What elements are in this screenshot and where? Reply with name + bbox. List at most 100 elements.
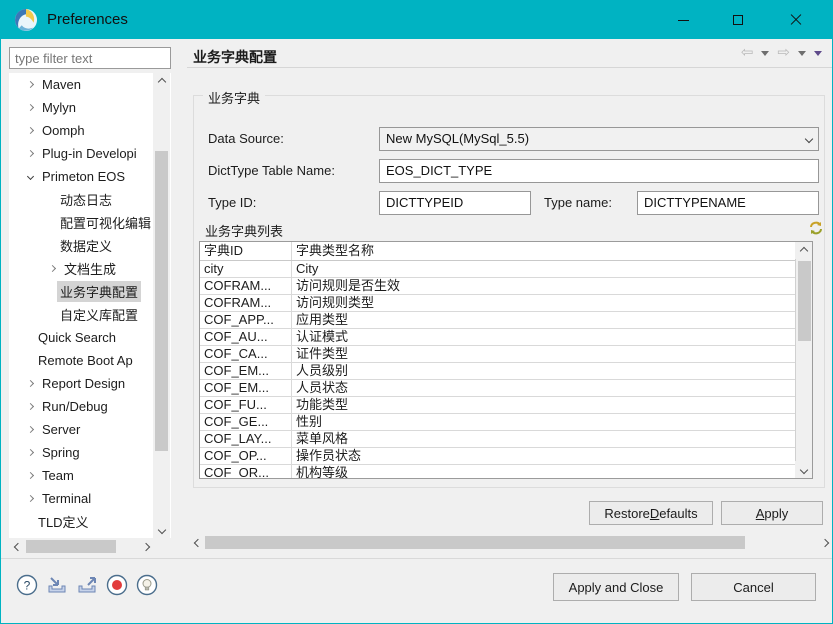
expander-icon[interactable]	[21, 427, 39, 432]
expander-icon[interactable]	[21, 105, 39, 110]
view-menu-icon[interactable]	[814, 51, 822, 56]
expander-icon[interactable]	[21, 151, 39, 156]
tree-item[interactable]: Team	[9, 464, 171, 487]
restore-defaults-button[interactable]: Restore Defaults	[589, 501, 713, 525]
label-part: Restore	[604, 506, 650, 521]
table-row[interactable]: COF_OP... 操作员状态	[200, 448, 797, 465]
tree-item[interactable]: 数据定义	[9, 234, 171, 257]
tree-item[interactable]: 配置可视化编辑	[9, 211, 171, 234]
scroll-down-icon[interactable]	[795, 461, 812, 478]
scrollbar-thumb[interactable]	[26, 540, 116, 553]
table-row[interactable]: COF_LAY... 菜单风格	[200, 431, 797, 448]
tree-item[interactable]: 文档生成	[9, 257, 171, 280]
tree-item[interactable]: Spring	[9, 441, 171, 464]
tree-item[interactable]: Oomph	[9, 119, 171, 142]
tree-item[interactable]: Maven	[9, 73, 171, 96]
close-button[interactable]	[773, 1, 819, 39]
type-name-input[interactable]: DICTTYPENAME	[637, 191, 819, 215]
expander-icon[interactable]	[21, 496, 39, 501]
tree-item-label: TLD定义	[35, 511, 92, 532]
import-preferences-icon[interactable]	[45, 573, 68, 596]
filter-input[interactable]	[9, 47, 171, 69]
expander-icon[interactable]	[21, 82, 39, 87]
tree-item[interactable]: Terminal	[9, 487, 171, 510]
tree-item[interactable]: 业务字典配置	[9, 280, 171, 303]
dict-id-cell: COF_GE...	[200, 414, 292, 430]
expander-icon[interactable]	[21, 473, 39, 478]
tree-item-label: Report Design	[39, 375, 128, 392]
back-menu-icon[interactable]	[761, 51, 769, 56]
scroll-down-icon[interactable]	[153, 521, 170, 538]
table-row[interactable]: COF_OR... 机构等级	[200, 465, 797, 479]
lightbulb-icon[interactable]	[135, 573, 158, 596]
table-row[interactable]: COFRAM... 访问规则是否生效	[200, 278, 797, 295]
table-row[interactable]: COF_EM... 人员级别	[200, 363, 797, 380]
scroll-up-icon[interactable]	[153, 73, 170, 90]
table-row[interactable]: city City	[200, 261, 797, 278]
record-icon[interactable]	[105, 573, 128, 596]
tree-item[interactable]: Run/Debug	[9, 395, 171, 418]
table-row[interactable]: COF_EM... 人员状态	[200, 380, 797, 397]
tree-item[interactable]: Plug-in Developi	[9, 142, 171, 165]
tree-item[interactable]: Server	[9, 418, 171, 441]
table-row[interactable]: COF_CA... 证件类型	[200, 346, 797, 363]
expander-icon[interactable]	[21, 450, 39, 455]
table-row[interactable]: COF_AU... 认证模式	[200, 329, 797, 346]
expander-icon[interactable]	[21, 128, 39, 133]
dict-name-cell: 功能类型	[292, 397, 797, 413]
minimize-button[interactable]	[660, 1, 706, 39]
tree-item-label: Spring	[39, 444, 83, 461]
dict-name-cell: 操作员状态	[292, 448, 797, 464]
table-row[interactable]: COF_FU... 功能类型	[200, 397, 797, 414]
table-vertical-scrollbar[interactable]	[795, 242, 812, 478]
apply-button[interactable]: Apply	[721, 501, 823, 525]
dict-id-cell: COFRAM...	[200, 278, 292, 294]
expander-icon[interactable]	[43, 266, 61, 271]
help-icon[interactable]: ?	[15, 573, 38, 596]
scroll-right-icon[interactable]	[137, 538, 154, 555]
refresh-icon[interactable]	[807, 219, 825, 237]
tree-item[interactable]: TLD定义	[9, 510, 171, 533]
table-row[interactable]: COF_APP... 应用类型	[200, 312, 797, 329]
dict-id-cell: COF_FU...	[200, 397, 292, 413]
data-source-combo[interactable]: New MySQL(MySql_5.5)	[379, 127, 819, 151]
tree-item[interactable]: 自定义库配置	[9, 303, 171, 326]
type-id-input[interactable]: DICTTYPEID	[379, 191, 531, 215]
scrollbar-thumb[interactable]	[205, 536, 745, 549]
tree-item[interactable]: Report Design	[9, 372, 171, 395]
expander-icon[interactable]	[21, 174, 39, 179]
tree-item[interactable]: Primeton EOS	[9, 165, 171, 188]
dicttype-table-input[interactable]: EOS_DICT_TYPE	[379, 159, 819, 183]
column-header-id[interactable]: 字典ID	[200, 242, 292, 260]
tree-vertical-scrollbar[interactable]	[153, 73, 170, 538]
scrollbar-thumb[interactable]	[155, 151, 168, 451]
forward-icon[interactable]: ⇨	[777, 45, 790, 61]
history-navigation: ⇦ ⇨	[741, 45, 822, 61]
scroll-up-icon[interactable]	[795, 242, 812, 259]
titlebar: Preferences	[1, 1, 832, 39]
maximize-button[interactable]	[715, 1, 761, 39]
tree-horizontal-scrollbar[interactable]	[9, 538, 154, 555]
column-header-name[interactable]: 字典类型名称	[292, 242, 797, 260]
expander-icon[interactable]	[21, 404, 39, 409]
forward-menu-icon[interactable]	[798, 51, 806, 56]
cancel-button[interactable]: Cancel	[691, 573, 816, 601]
scroll-left-icon[interactable]	[189, 534, 206, 551]
label-part: efaults	[659, 506, 697, 521]
table-row[interactable]: COFRAM... 访问规则类型	[200, 295, 797, 312]
expander-icon[interactable]	[21, 381, 39, 386]
tree-item[interactable]: Quick Search	[9, 326, 171, 349]
dict-name-cell: 证件类型	[292, 346, 797, 362]
back-icon[interactable]: ⇦	[741, 45, 754, 61]
panel-horizontal-scrollbar[interactable]	[189, 534, 833, 551]
tree-item-label: 业务字典配置	[57, 281, 141, 302]
export-preferences-icon[interactable]	[75, 573, 98, 596]
scrollbar-thumb[interactable]	[798, 261, 811, 341]
scroll-right-icon[interactable]	[816, 534, 833, 551]
scroll-left-icon[interactable]	[9, 538, 26, 555]
tree-item[interactable]: Mylyn	[9, 96, 171, 119]
tree-item[interactable]: 动态日志	[9, 188, 171, 211]
apply-and-close-button[interactable]: Apply and Close	[553, 573, 679, 601]
tree-item[interactable]: Remote Boot Ap	[9, 349, 171, 372]
table-row[interactable]: COF_GE... 性别	[200, 414, 797, 431]
